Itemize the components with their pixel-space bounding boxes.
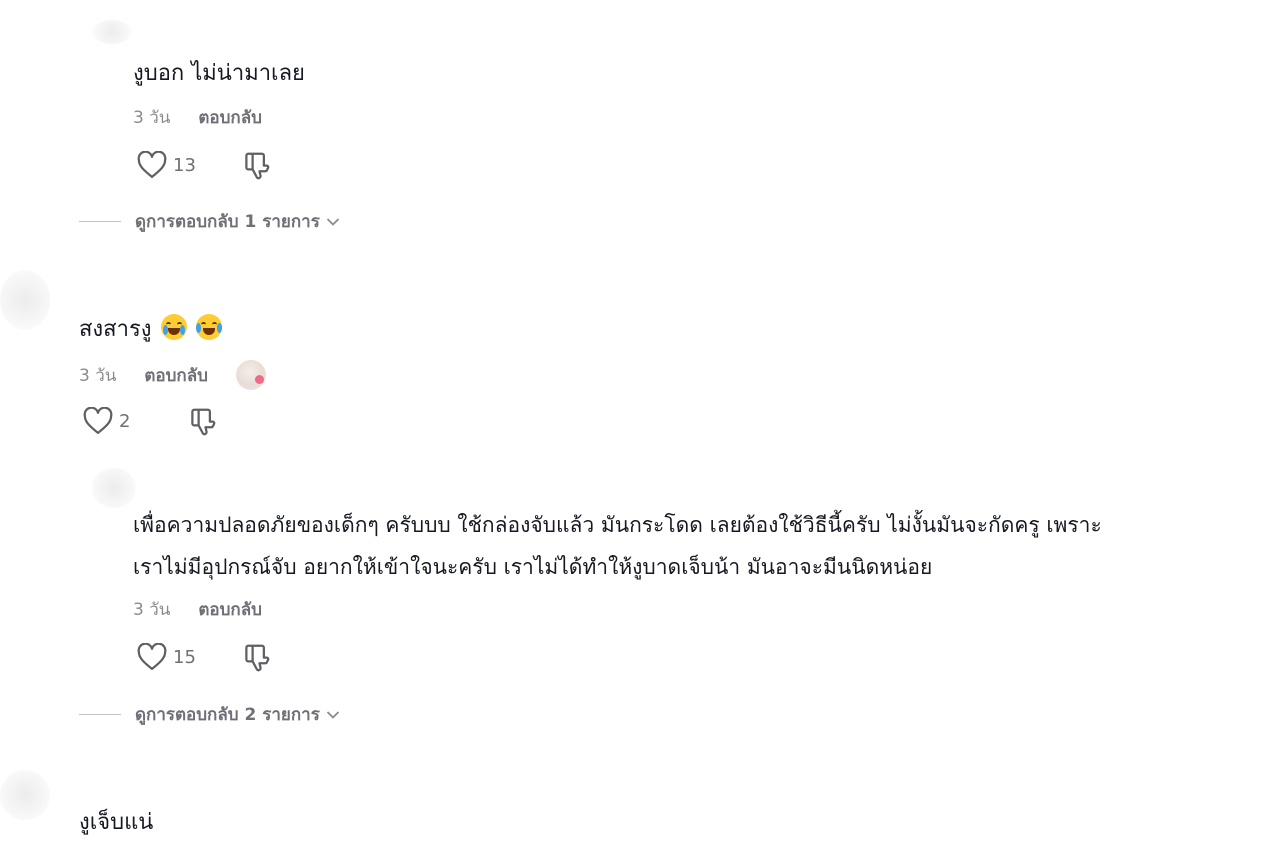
comment-actions: 2 bbox=[83, 406, 218, 436]
comment-time: 3 วัน bbox=[133, 108, 171, 128]
comment-text-line: เราไม่มีอุปกรณ์จับ อยากให้เข้าใจนะครับ เ… bbox=[133, 555, 933, 579]
view-replies-button[interactable]: ดูการตอบกลับ 1 รายการ bbox=[79, 208, 340, 235]
comment-text: สงสารงู bbox=[79, 317, 152, 342]
view-replies-label: ดูการตอบกลับ 1 รายการ bbox=[135, 212, 320, 232]
comment-time: 3 วัน bbox=[79, 365, 117, 386]
comment-time: 3 วัน bbox=[133, 600, 171, 620]
comment-meta: 3 วัน ตอบกลับ bbox=[133, 104, 262, 131]
heart-outline-icon bbox=[83, 407, 113, 435]
comment-text: งูบอก ไม่น่ามาเลย bbox=[133, 61, 305, 86]
heart-outline-icon bbox=[137, 151, 167, 179]
like-count: 2 bbox=[119, 410, 131, 432]
comment-text: งูเจ็บแน่ bbox=[79, 810, 154, 835]
like-button[interactable]: 15 bbox=[137, 643, 242, 671]
creator-liked-avatar bbox=[235, 360, 266, 390]
view-replies-button[interactable]: ดูการตอบกลับ 2 รายการ bbox=[79, 701, 340, 728]
reply-button[interactable]: ตอบกลับ bbox=[198, 596, 262, 623]
avatar[interactable] bbox=[0, 770, 50, 820]
view-replies-label: ดูการตอบกลับ 2 รายการ bbox=[135, 705, 320, 725]
avatar[interactable] bbox=[0, 270, 50, 330]
like-count: 13 bbox=[173, 154, 196, 176]
thumbs-down-outline-icon[interactable] bbox=[242, 642, 272, 672]
comment-meta: 3 วัน ตอบกลับ bbox=[79, 360, 266, 390]
comment-text-row: สงสารงู bbox=[79, 313, 222, 347]
reply-button[interactable]: ตอบกลับ bbox=[198, 104, 262, 131]
thumbs-down-outline-icon[interactable] bbox=[188, 406, 218, 436]
like-button[interactable]: 13 bbox=[137, 151, 242, 179]
avatar[interactable] bbox=[92, 468, 136, 508]
thumbs-down-outline-icon[interactable] bbox=[242, 150, 272, 180]
heart-outline-icon bbox=[137, 643, 167, 671]
comment-meta: 3 วัน ตอบกลับ bbox=[133, 596, 262, 623]
chevron-down-icon bbox=[326, 705, 340, 725]
like-count: 15 bbox=[173, 646, 196, 668]
comment-text-line: เพื่อความปลอดภัยของเด็กๆ ครับบบ ใช้กล่อง… bbox=[133, 513, 1102, 537]
divider bbox=[79, 714, 121, 715]
comment-actions: 13 bbox=[137, 150, 272, 180]
avatar[interactable] bbox=[92, 20, 132, 44]
comment-actions: 15 bbox=[137, 642, 272, 672]
chevron-down-icon bbox=[326, 212, 340, 232]
tears-of-joy-emoji bbox=[195, 314, 222, 340]
divider bbox=[79, 221, 121, 222]
like-button[interactable]: 2 bbox=[83, 407, 188, 435]
crying-face-emoji bbox=[160, 314, 187, 340]
reply-button[interactable]: ตอบกลับ bbox=[144, 362, 208, 389]
